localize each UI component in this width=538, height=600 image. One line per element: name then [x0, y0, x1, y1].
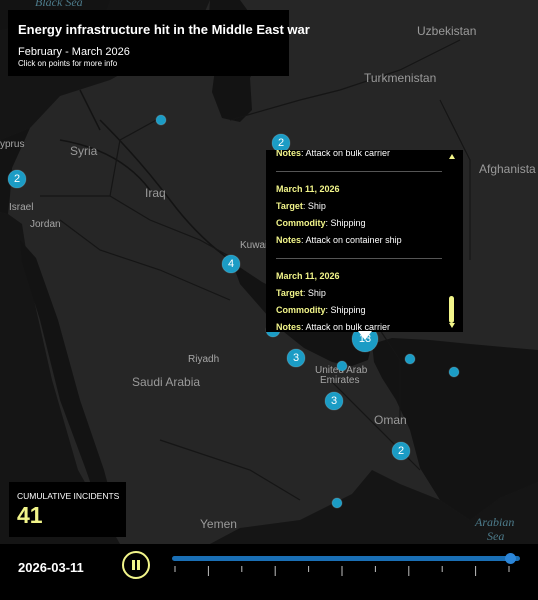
arabian-sea-label-2: Sea: [487, 529, 504, 543]
target-value: : Ship: [302, 201, 326, 211]
map-title: Energy infrastructure hit in the Middle …: [18, 22, 310, 37]
target-label: Target: [276, 201, 303, 211]
scroll-down-icon[interactable]: [449, 323, 455, 328]
marker-count: 2: [14, 173, 20, 185]
notes-label: Notes: [276, 150, 302, 158]
popup-content: Notes: Attack on bulk carrier March 11, …: [276, 150, 442, 332]
commodity-label: Commodity: [276, 305, 326, 315]
current-date: 2026-03-11: [18, 560, 84, 575]
country-label-oman: Oman: [374, 413, 407, 427]
marker-count: 3: [331, 395, 337, 407]
pause-button[interactable]: [122, 551, 150, 579]
marker-count: 2: [398, 445, 404, 457]
popup-scrollbar[interactable]: [447, 150, 457, 332]
pause-icon: [137, 560, 140, 570]
country-label-saudi-arabia: Saudi Arabia: [132, 375, 200, 389]
country-label-afghanistan: Afghanista: [479, 162, 536, 176]
incident-popup[interactable]: Notes: Attack on bulk carrier March 11, …: [266, 150, 463, 332]
marker-yemen[interactable]: [331, 497, 343, 509]
marker-oman-coast[interactable]: 2: [391, 441, 411, 461]
notes-value: : Attack on container ship: [301, 235, 402, 245]
notes-label: Notes: [276, 322, 302, 332]
popup-divider: [276, 171, 442, 172]
marker-dubai[interactable]: [336, 360, 348, 372]
click-hint: Click on points for more info: [18, 59, 118, 68]
country-label-uae-2: Emirates: [320, 375, 359, 386]
timeline-bar: 2026-03-11: [0, 544, 538, 600]
cumulative-label: CUMULATIVE INCIDENTS: [17, 491, 120, 501]
country-label-iraq: Iraq: [145, 186, 166, 200]
marker-kuwait[interactable]: 4: [221, 254, 241, 274]
arabian-sea-label-1: Arabian: [474, 515, 514, 529]
notes-value: : Attack on bulk carrier: [301, 322, 391, 332]
marker-gulf-of-oman-2[interactable]: [448, 366, 460, 378]
marker-count: 4: [228, 258, 234, 270]
slider-ticks: [174, 566, 510, 576]
entry-target: Target: Ship: [276, 287, 442, 299]
entry-commodity: Commodity: Shipping: [276, 217, 442, 229]
country-label-jordan: Jordan: [30, 219, 61, 230]
entry-date: March 11, 2026: [276, 184, 340, 194]
slider-handle[interactable]: [505, 553, 517, 564]
entry-notes: Notes: Attack on container ship: [276, 234, 442, 246]
map-app: Black Sea Arabian Sea Uzbekistan Turkmen…: [0, 0, 538, 600]
country-label-yemen: Yemen: [200, 517, 237, 531]
entry-date: March 11, 2026: [276, 271, 340, 281]
marker-count: 3: [293, 352, 299, 364]
country-label-uzbekistan: Uzbekistan: [417, 24, 476, 38]
notes-value: : Attack on bulk carrier: [301, 150, 391, 158]
popup-divider: [276, 258, 442, 259]
popup-partial-notes: Notes: Attack on bulk carrier: [276, 150, 442, 159]
target-value: : Ship: [302, 288, 326, 298]
marker-gulf-of-oman-1[interactable]: [404, 353, 416, 365]
marker-caspian[interactable]: [155, 114, 167, 126]
popup-pointer: [358, 331, 372, 340]
entry-commodity: Commodity: Shipping: [276, 304, 442, 316]
cumulative-incidents-panel: CUMULATIVE INCIDENTS 41: [9, 482, 126, 537]
marker-uae-coast[interactable]: 3: [324, 391, 344, 411]
country-label-cyprus: yprus: [0, 139, 24, 150]
country-label-turkmenistan: Turkmenistan: [364, 71, 436, 85]
black-sea-label: Black Sea: [35, 0, 83, 9]
marker-levant[interactable]: 2: [7, 169, 27, 189]
city-label-riyadh: Riyadh: [188, 354, 219, 365]
commodity-value: : Shipping: [325, 218, 366, 228]
title-panel: Energy infrastructure hit in the Middle …: [8, 10, 310, 76]
country-label-syria: Syria: [70, 144, 98, 158]
country-label-israel: Israel: [9, 202, 33, 213]
commodity-value: : Shipping: [325, 305, 366, 315]
marker-qatar[interactable]: 3: [286, 348, 306, 368]
scroll-up-icon[interactable]: [449, 154, 455, 159]
marker-count: 2: [278, 137, 284, 149]
entry-target: Target: Ship: [276, 200, 442, 212]
commodity-label: Commodity: [276, 218, 326, 228]
timeline-slider[interactable]: [172, 552, 523, 582]
slider-track[interactable]: [172, 556, 520, 561]
notes-label: Notes: [276, 235, 302, 245]
cumulative-value: 41: [17, 502, 43, 528]
date-range: February - March 2026: [18, 46, 130, 58]
target-label: Target: [276, 288, 303, 298]
scroll-thumb[interactable]: [449, 296, 454, 323]
pause-icon: [132, 560, 135, 570]
